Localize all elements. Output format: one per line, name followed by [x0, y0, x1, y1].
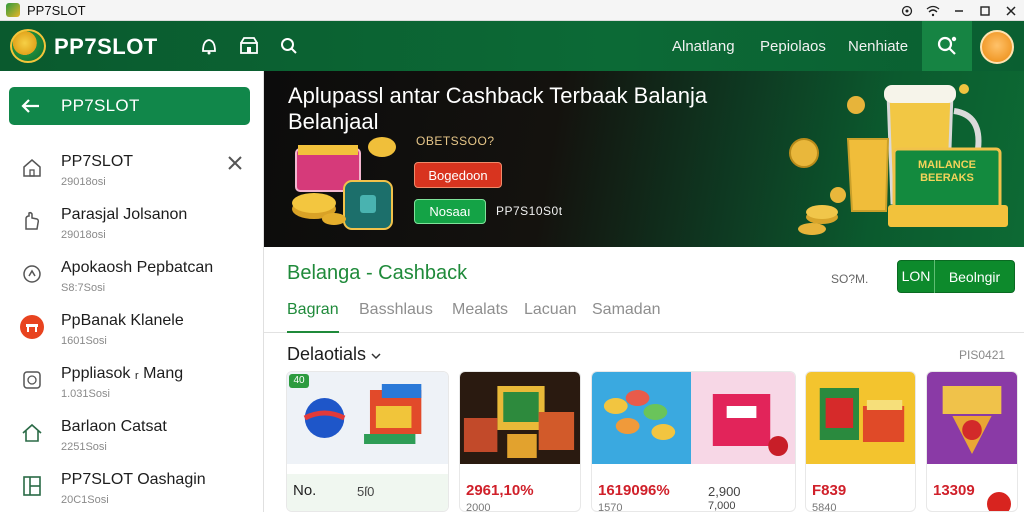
product-card[interactable]: 13309 [926, 371, 1018, 512]
notification-icon[interactable] [198, 35, 220, 57]
red-app-icon [19, 314, 45, 340]
tab-3[interactable]: Mealats [452, 301, 508, 333]
product-card[interactable]: 1619096% 2,900 7,000 1570 [591, 371, 796, 512]
product-image [806, 372, 915, 464]
banner-primary-button[interactable]: Bogedoon [414, 162, 502, 188]
card-sub: 1570 [598, 502, 623, 512]
tab-1[interactable]: Bagran [287, 301, 339, 333]
arrow-left-icon [21, 95, 43, 117]
cast-icon[interactable] [894, 0, 920, 21]
banner-secondary-button[interactable]: Nosaaı [414, 199, 486, 224]
close-window-button[interactable] [998, 0, 1024, 21]
card-price: 13309 [933, 482, 975, 499]
banner-title: Aplupassl antar Cashback Terbaak Balanja… [288, 83, 708, 134]
card-sub: 2000 [466, 502, 491, 512]
poster-text: MAILANCE BEERAKS [917, 159, 977, 184]
sidebar-item-sub: 2251Sosi [61, 441, 107, 453]
cart-icon[interactable] [985, 490, 1013, 511]
product-image [592, 372, 795, 464]
sidebar-item-sub: 1601Sosi [61, 335, 107, 347]
sidebar-item-name: Parasjal Jolsanon [61, 206, 188, 223]
layout-icon [19, 473, 45, 499]
app-header: PP7SLOT Alnatlang Pepiolaos Nenhiate [0, 21, 1024, 71]
close-icon[interactable] [227, 155, 245, 173]
window-title: PP7SLOT [27, 2, 86, 18]
card-sub: 5840 [812, 502, 837, 512]
promo-banner[interactable]: Aplupassl antar Cashback Terbaak Balanja… [264, 71, 1024, 247]
hand-icon [19, 208, 45, 234]
tab-5[interactable]: Samadan [592, 301, 661, 333]
banner-code-2: PP7S10S0t [496, 204, 563, 218]
sidebar-item-5[interactable]: Pppliasok ᵣ Mang 1.031Sosi [0, 359, 263, 412]
sidebar-item-name: PP7SLOT [61, 153, 134, 170]
list-title-text: Delaotials [287, 344, 367, 364]
sidebar-item-name: Pppliasok ᵣ Mang [61, 365, 184, 382]
product-card[interactable]: F839 5840 [805, 371, 916, 512]
nav-link-1[interactable]: Alnatlang [672, 38, 735, 55]
section-title: Belanga - Cashback [287, 262, 468, 284]
product-image [460, 372, 580, 464]
card-price: 1619096% [598, 482, 670, 499]
sidebar-item-sub: 29018osi [61, 176, 106, 188]
home-icon [19, 155, 45, 181]
minimize-button[interactable] [946, 0, 972, 21]
header-search-button[interactable] [922, 21, 972, 71]
store-icon[interactable] [238, 35, 260, 57]
sidebar-item-name: PP7SLOT Oashagin [61, 471, 206, 488]
product-image [927, 372, 1017, 464]
nav-link-3[interactable]: Nenhiate [848, 38, 908, 55]
maximize-button[interactable] [972, 0, 998, 21]
nav-link-2[interactable]: Pepiolaos [760, 38, 826, 55]
refresh-icon [19, 261, 45, 287]
sidebar-back-button[interactable]: PP7SLOT [9, 87, 250, 125]
sidebar-item-name: PpBanak Klanele [61, 312, 184, 329]
section-btn-right[interactable]: Beolngir [935, 269, 1014, 285]
banner-code: OBETSSOO? [416, 134, 495, 148]
sidebar-item-home[interactable]: PP7SLOT 29018osi [0, 147, 263, 200]
sidebar-item-7[interactable]: PP7SLOT Oashagin 20C1Sosi [0, 465, 263, 518]
card-price: No. [293, 482, 317, 499]
sidebar-back-label: PP7SLOT [61, 96, 140, 115]
sidebar-item-2[interactable]: Parasjal Jolsanon 29018osi [0, 200, 263, 253]
card-price-secondary: 2,900 [708, 484, 741, 499]
card-price-secondary: 5ſ0 [357, 484, 375, 499]
card-price: F839 [812, 482, 847, 499]
search-plus-icon [937, 36, 957, 55]
card-price-tertiary: 7,000 [708, 500, 736, 512]
app-icon [6, 3, 20, 17]
chevron-down-icon [371, 353, 381, 360]
search-icon[interactable] [278, 35, 300, 57]
sidebar-item-6[interactable]: Barlaon Catsat 2251Sosi [0, 412, 263, 465]
window-titlebar: PP7SLOT [0, 0, 1024, 21]
sidebar-item-sub: S8:7Sosi [61, 282, 106, 294]
card-price: 2961,10% [466, 482, 534, 499]
sidebar-item-sub: 1.031Sosi [61, 388, 110, 400]
section-action-button[interactable]: LON Beolngir [897, 260, 1015, 293]
house-outline-icon [19, 420, 45, 446]
sidebar-item-sub: 20C1Sosi [61, 494, 109, 506]
sidebar-item-name: Apokaosh Pepbatcan [61, 259, 214, 276]
tab-2[interactable]: Basshlaus [359, 301, 433, 333]
logo-badge-icon[interactable] [10, 29, 46, 63]
list-title[interactable]: Delaotials [287, 344, 381, 365]
section-btn-left[interactable]: LON [898, 260, 935, 293]
sidebar-item-4[interactable]: PpBanak Klanele 1601Sosi [0, 306, 263, 359]
sidebar-item-sub: 29018osi [61, 229, 106, 241]
sidebar-item-name: Barlaon Catsat [61, 418, 167, 435]
section-meta: SO?M. [831, 272, 869, 286]
tab-bar: Bagran Basshlaus Mealats Lacuan Samadan [264, 296, 1024, 333]
tab-4[interactable]: Lacuan [524, 301, 577, 333]
product-image [287, 372, 448, 464]
sidebar: PP7SLOT PP7SLOT 29018osi Parasjal Jolsan… [0, 71, 264, 512]
card-badge: 40 [289, 374, 309, 388]
list-meta: PIS0421 [959, 348, 1006, 362]
product-card[interactable]: 40 No. 5ſ0 [286, 371, 449, 512]
sidebar-item-3[interactable]: Apokaosh Pepbatcan S8:7Sosi [0, 253, 263, 306]
wifi-icon[interactable] [920, 0, 946, 21]
avatar[interactable] [980, 30, 1014, 64]
chat-icon [19, 367, 45, 393]
product-card[interactable]: 2961,10% 2000 [459, 371, 581, 512]
app-logo[interactable]: PP7SLOT [54, 34, 158, 60]
